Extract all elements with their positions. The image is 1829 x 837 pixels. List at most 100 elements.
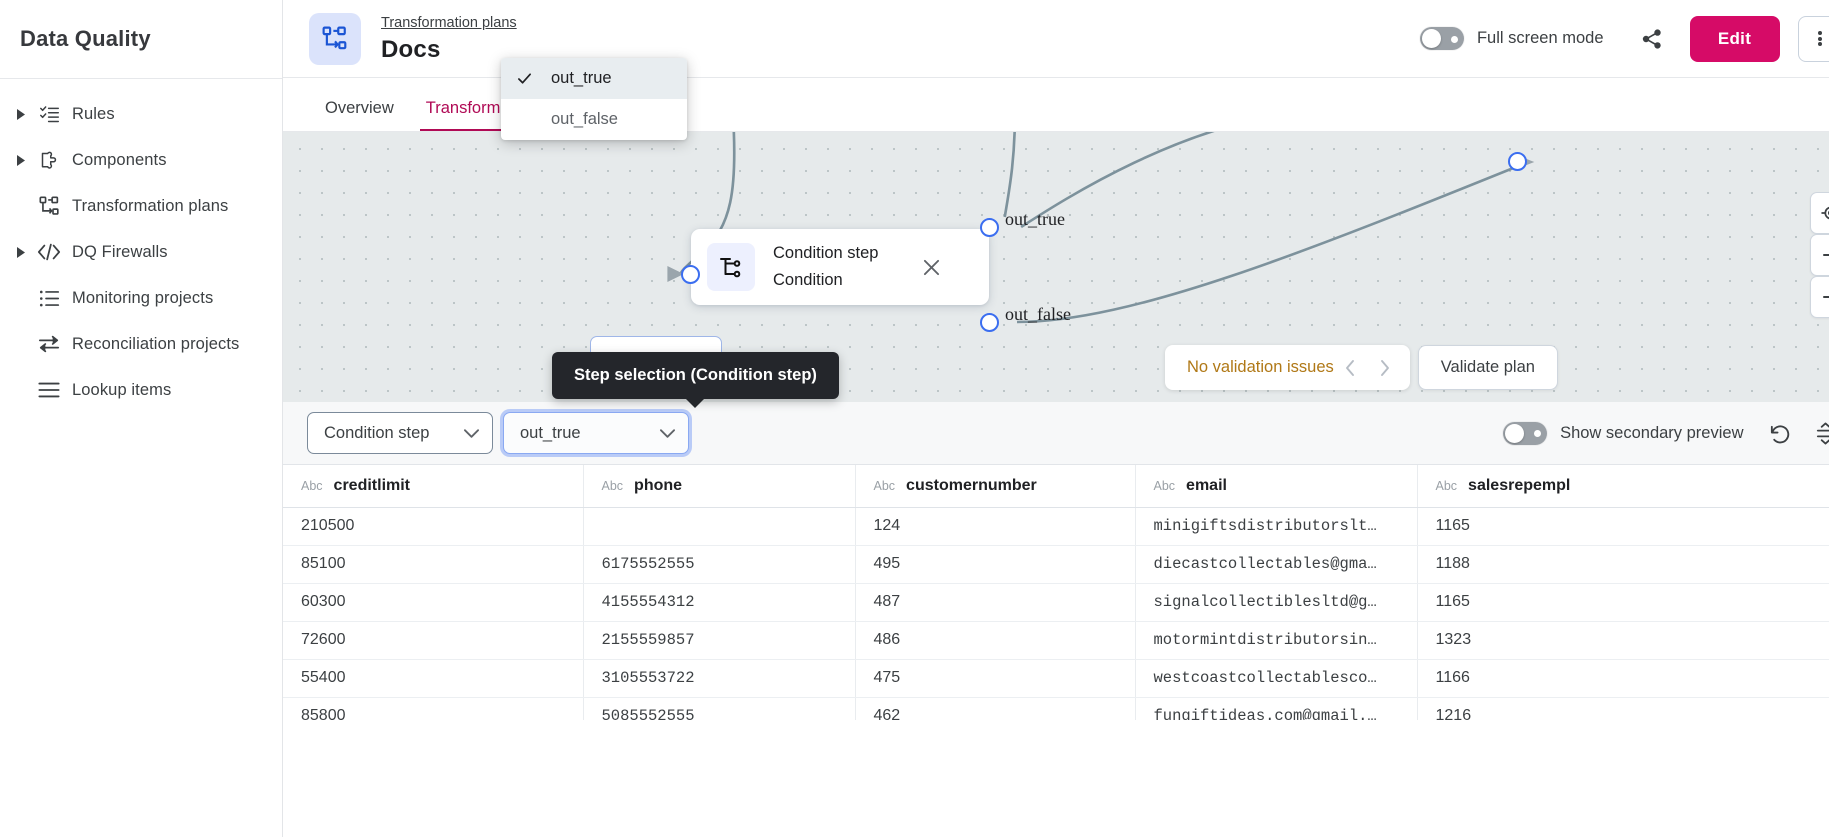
share-icon[interactable] xyxy=(1632,19,1672,59)
dropdown-option-out-true[interactable]: out_true xyxy=(501,58,687,99)
cell-phone: 5085552555 xyxy=(583,697,855,720)
condition-branch-icon xyxy=(707,243,755,291)
sidebar-item-rules[interactable]: Rules xyxy=(0,91,282,137)
cell-email: signalcollectiblesltd@g… xyxy=(1135,583,1417,621)
breadcrumb-transformation-plans[interactable]: Transformation plans xyxy=(381,15,517,31)
sidebar-item-label: Rules xyxy=(66,105,115,124)
secondary-preview-label: Show secondary preview xyxy=(1560,424,1743,443)
menu-lines-icon xyxy=(32,380,66,400)
column-header-creditlimit[interactable]: Abc creditlimit xyxy=(283,465,583,507)
data-preview-table[interactable]: Abc creditlimit Abcphone Abccustomernumbe… xyxy=(283,465,1829,720)
chevron-right-icon[interactable] xyxy=(10,155,32,166)
secondary-preview-toggle[interactable] xyxy=(1503,422,1547,445)
column-name: customernumber xyxy=(906,477,1037,494)
title-block: Transformation plans Docs xyxy=(381,14,517,64)
sidebar-item-monitoring-projects[interactable]: Monitoring projects xyxy=(0,275,282,321)
condition-step-node[interactable]: Condition step Condition xyxy=(691,229,989,305)
zoom-in-button[interactable] xyxy=(1810,234,1829,276)
sidebar: Data Quality Rules xyxy=(0,0,283,837)
transformation-plan-icon xyxy=(32,196,66,217)
input-port[interactable] xyxy=(681,265,700,284)
cell-email: minigiftsdistributorslt… xyxy=(1135,507,1417,545)
output-select-dropdown[interactable]: out_true out_false xyxy=(501,58,687,140)
chevron-right-icon[interactable] xyxy=(10,109,32,120)
table-row[interactable]: 85100 6175552555 495 diecastcollectables… xyxy=(283,545,1829,583)
table-header-row: Abc creditlimit Abcphone Abccustomernumbe… xyxy=(283,465,1829,507)
cell-salesrepempl: 1323 xyxy=(1417,621,1829,659)
undo-icon[interactable] xyxy=(1760,413,1800,453)
column-header-salesrepempl[interactable]: Abcsalesrepempl xyxy=(1417,465,1829,507)
more-vertical-icon[interactable] xyxy=(1798,16,1829,62)
validation-bar: No validation issues Validate plan xyxy=(1165,345,1558,390)
sidebar-item-components[interactable]: Components xyxy=(0,137,282,183)
column-name: email xyxy=(1186,477,1227,494)
sidebar-item-lookup-items[interactable]: Lookup items xyxy=(0,367,282,413)
sidebar-item-dq-firewalls[interactable]: DQ Firewalls xyxy=(0,229,282,275)
cell-phone xyxy=(583,507,855,545)
output-select-value: out_true xyxy=(520,424,581,443)
connection-links xyxy=(283,132,1829,402)
dropdown-option-label: out_false xyxy=(551,110,618,129)
column-name: creditlimit xyxy=(334,477,410,494)
chevron-right-icon[interactable] xyxy=(10,247,32,258)
table-row[interactable]: 55400 3105553722 475 westcoastcollectabl… xyxy=(283,659,1829,697)
fit-to-screen-button[interactable] xyxy=(1810,192,1829,234)
chevron-down-icon xyxy=(463,428,480,439)
cell-phone: 4155554312 xyxy=(583,583,855,621)
step-selection-tooltip: Step selection (Condition step) xyxy=(552,352,839,399)
column-header-phone[interactable]: Abcphone xyxy=(583,465,855,507)
cell-customernumber: 124 xyxy=(855,507,1135,545)
validation-message: No validation issues xyxy=(1187,358,1334,377)
output-select[interactable]: out_true xyxy=(503,412,689,454)
node-title: Condition step xyxy=(773,244,879,263)
zoom-out-button[interactable] xyxy=(1810,276,1829,318)
chevron-left-icon[interactable] xyxy=(1334,345,1368,390)
output-port-out-true[interactable] xyxy=(980,218,999,237)
table-row[interactable]: 72600 2155559857 486 motormintdistributo… xyxy=(283,621,1829,659)
transformation-canvas[interactable]: Condition step Condition out_true out_fa… xyxy=(283,132,1829,402)
sidebar-item-label: Lookup items xyxy=(66,381,171,400)
cell-email: westcoastcollectablesco… xyxy=(1135,659,1417,697)
cell-phone: 6175552555 xyxy=(583,545,855,583)
app-title: Data Quality xyxy=(0,0,282,52)
column-header-email[interactable]: Abcemail xyxy=(1135,465,1417,507)
cell-phone: 3105553722 xyxy=(583,659,855,697)
puzzle-piece-icon xyxy=(32,150,66,171)
column-type-label: Abc xyxy=(301,479,323,493)
cell-salesrepempl: 1188 xyxy=(1417,545,1829,583)
step-select[interactable]: Condition step xyxy=(307,412,493,454)
fullscreen-mode-label: Full screen mode xyxy=(1477,29,1604,48)
cell-salesrepempl: 1166 xyxy=(1417,659,1829,697)
table-row[interactable]: 85800 5085552555 462 fungiftideas.com@gm… xyxy=(283,697,1829,720)
tab-overview[interactable]: Overview xyxy=(309,99,410,131)
downstream-input-port[interactable] xyxy=(1508,152,1527,171)
table-row[interactable]: 60300 4155554312 487 signalcollectiblesl… xyxy=(283,583,1829,621)
sidebar-item-reconciliation-projects[interactable]: Reconciliation projects xyxy=(0,321,282,367)
sidebar-item-transformation-plans[interactable]: Transformation plans xyxy=(0,183,282,229)
output-port-out-false[interactable] xyxy=(980,313,999,332)
cell-creditlimit: 210500 xyxy=(283,507,583,545)
dropdown-option-label: out_true xyxy=(551,69,612,88)
column-header-customernumber[interactable]: Abccustomernumber xyxy=(855,465,1135,507)
page-title: Docs xyxy=(381,36,517,64)
validation-status: No validation issues xyxy=(1165,345,1410,390)
node-text: Condition step Condition xyxy=(773,244,879,290)
code-brackets-icon xyxy=(32,242,66,262)
cell-email: fungiftideas.com@gmail.… xyxy=(1135,697,1417,720)
table-body: 210500 124 minigiftsdistributorslt… 1165… xyxy=(283,507,1829,720)
close-icon[interactable] xyxy=(919,254,945,280)
chevron-right-icon[interactable] xyxy=(1368,345,1402,390)
cell-creditlimit: 72600 xyxy=(283,621,583,659)
cell-salesrepempl: 1165 xyxy=(1417,583,1829,621)
chevron-down-icon xyxy=(659,428,676,439)
sidebar-item-label: DQ Firewalls xyxy=(66,243,168,262)
dropdown-option-out-false[interactable]: out_false xyxy=(501,99,687,140)
edit-button[interactable]: Edit xyxy=(1690,16,1780,62)
fullscreen-mode-toggle[interactable] xyxy=(1420,27,1464,50)
preview-table: Abc creditlimit Abcphone Abccustomernumbe… xyxy=(283,465,1829,720)
validate-plan-button[interactable]: Validate plan xyxy=(1418,345,1558,390)
row-height-icon[interactable] xyxy=(1806,413,1829,453)
preview-toolbar: Condition step out_true Show secondary p… xyxy=(283,402,1829,465)
table-row[interactable]: 210500 124 minigiftsdistributorslt… 1165 xyxy=(283,507,1829,545)
cell-customernumber: 486 xyxy=(855,621,1135,659)
